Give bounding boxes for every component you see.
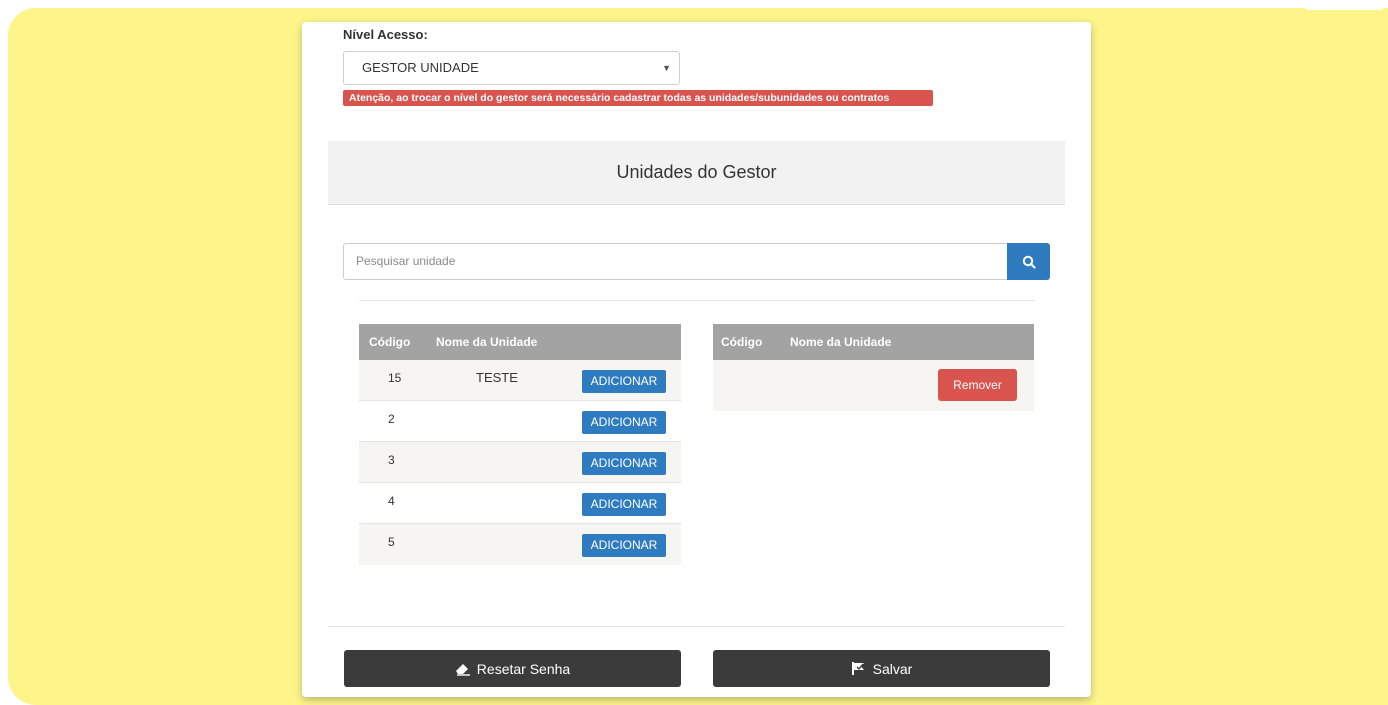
section-title: Unidades do Gestor xyxy=(328,141,1065,205)
eraser-icon xyxy=(455,663,470,676)
column-header-code: Código xyxy=(369,335,411,349)
unit-code: 2 xyxy=(388,412,395,426)
unit-code: 15 xyxy=(388,371,402,385)
access-level-select[interactable]: GESTOR UNIDADE ▼ xyxy=(343,51,680,85)
access-level-warning: Atenção, ao trocar o nível do gestor ser… xyxy=(343,90,933,106)
column-header-name: Nome da Unidade xyxy=(790,335,892,349)
reset-password-button[interactable]: Resetar Senha xyxy=(344,650,681,687)
add-unit-button[interactable]: ADICIONAR xyxy=(582,370,666,393)
add-unit-button[interactable]: ADICIONAR xyxy=(582,534,666,557)
save-label: Salvar xyxy=(872,660,913,677)
save-button[interactable]: Salvar xyxy=(713,650,1050,687)
table-row: 15 TESTE ADICIONAR xyxy=(359,360,681,401)
add-unit-button[interactable]: ADICIONAR xyxy=(582,493,666,516)
search-input[interactable]: Pesquisar unidade xyxy=(343,243,1008,280)
column-header-name: Nome da Unidade xyxy=(436,335,538,349)
available-units-table: Código Nome da Unidade 15 TESTE ADICIONA… xyxy=(359,324,681,565)
window-corner xyxy=(1300,0,1388,10)
divider xyxy=(328,626,1065,627)
table-row: Remover xyxy=(713,360,1034,411)
flag-icon xyxy=(851,662,864,675)
selected-units-table: Código Nome da Unidade Remover xyxy=(713,324,1034,411)
manager-form-card: Nível Acesso: GESTOR UNIDADE ▼ Atenção, … xyxy=(302,22,1091,697)
add-unit-button[interactable]: ADICIONAR xyxy=(582,452,666,475)
table-row: 2 ADICIONAR xyxy=(359,401,681,442)
column-header-code: Código xyxy=(721,335,763,349)
add-unit-button[interactable]: ADICIONAR xyxy=(582,411,666,434)
unit-code: 4 xyxy=(388,494,395,508)
search-button[interactable] xyxy=(1007,243,1050,280)
unit-name: TESTE xyxy=(476,370,518,385)
access-level-value: GESTOR UNIDADE xyxy=(362,60,479,75)
unit-code: 5 xyxy=(388,535,395,549)
table-header: Código Nome da Unidade xyxy=(713,324,1034,360)
search-icon xyxy=(1022,255,1036,269)
table-row: 4 ADICIONAR xyxy=(359,483,681,524)
table-row: 3 ADICIONAR xyxy=(359,442,681,483)
divider xyxy=(359,300,1035,301)
table-row: 5 ADICIONAR xyxy=(359,524,681,565)
access-level-label: Nível Acesso: xyxy=(343,27,428,42)
table-header: Código Nome da Unidade xyxy=(359,324,681,360)
caret-down-icon: ▼ xyxy=(662,63,671,73)
remove-unit-button[interactable]: Remover xyxy=(938,369,1017,401)
reset-password-label: Resetar Senha xyxy=(476,660,571,677)
unit-code: 3 xyxy=(388,453,395,467)
